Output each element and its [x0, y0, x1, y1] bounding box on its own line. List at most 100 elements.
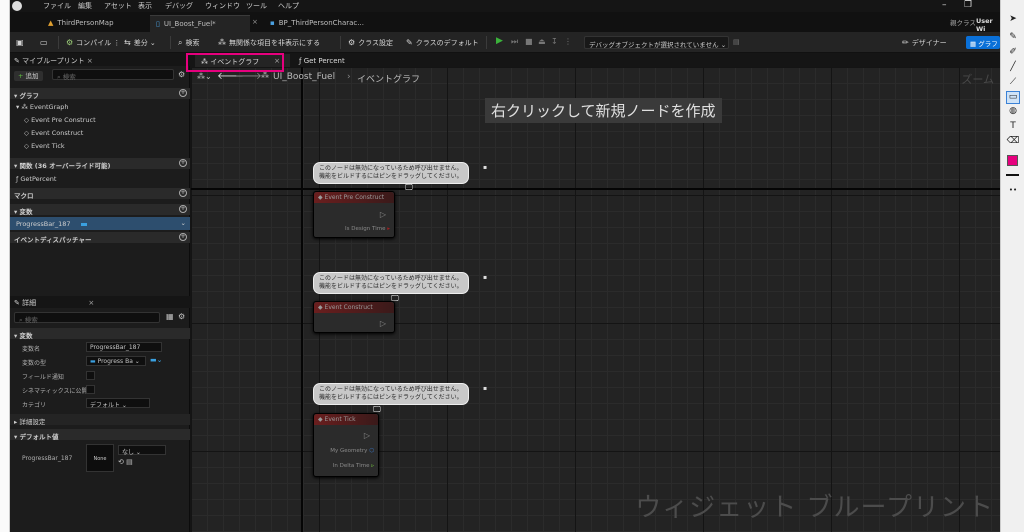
my-blueprint-search-input[interactable]: ⌕ 検索 — [52, 69, 174, 81]
menu-help[interactable]: ヘルプ — [278, 1, 299, 11]
designer-button[interactable]: ✏ デザイナー — [902, 38, 947, 48]
minimize-icon[interactable]: – — [942, 0, 947, 10]
pen-icon[interactable]: ✎ — [1006, 32, 1020, 45]
graph-mode-button[interactable]: ▦ グラフ — [966, 36, 1000, 49]
hide-unrelated-button[interactable]: ⁂ 無関係な項目を非表示にする — [218, 38, 320, 48]
color-swatch[interactable] — [1007, 155, 1018, 166]
browse-icon[interactable]: ▭ — [40, 38, 51, 47]
breadcrumb-asset[interactable]: UI_Boost_Fuel — [273, 72, 335, 82]
search-button[interactable]: ⌕ 検索 — [178, 38, 199, 48]
menu-file[interactable]: ファイル — [43, 1, 71, 11]
debug-filter-icon[interactable]: ▤ — [733, 38, 740, 46]
eye-icon[interactable]: ⌄ — [181, 219, 186, 227]
close-icon[interactable]: × — [87, 57, 93, 65]
container-type-icon[interactable]: ▬⌄ — [150, 356, 162, 364]
section-variables[interactable]: ▾ 変数 + — [10, 204, 190, 216]
step-over-icon[interactable]: ⋮ — [564, 37, 572, 46]
list-item-getpercent[interactable]: ƒ GetPercent — [10, 172, 190, 185]
list-item-progressbar-187[interactable]: ProgressBar_187 ⌄ — [10, 217, 190, 230]
event-graph-canvas[interactable]: ⁂⌄ 🡐 🡒 ⁂ UI_Boost_Fuel › イベントグラフ ズーム 右クリ… — [191, 67, 1000, 532]
add-dispatcher-icon[interactable]: + — [179, 233, 187, 241]
tab-ui-boost-fuel[interactable]: ▯ UI_Boost_Fuel* — [150, 15, 250, 32]
list-item-event-tick[interactable]: ◇ Event Tick — [10, 139, 190, 152]
menu-debug[interactable]: デバッグ — [165, 1, 193, 11]
debug-object-select[interactable]: デバッグオブジェクトが選択されていません ⌄ — [584, 36, 729, 49]
class-settings-button[interactable]: ⚙ クラス設定 — [348, 38, 393, 48]
add-variable-icon[interactable]: + — [179, 205, 187, 213]
grid-view-icon[interactable]: ▦ — [166, 312, 174, 321]
menu-window[interactable]: ウィンドウ — [205, 1, 240, 11]
in-delta-time-pin[interactable]: In Delta Time ▹ — [333, 463, 374, 469]
add-macro-icon[interactable]: + — [179, 189, 187, 197]
disabled-node-comment: このノードは無効になっているため呼び出せません。 機能をビルドするにはピンをドラ… — [313, 162, 469, 184]
browse-asset-icon[interactable]: ⟲ ▤ — [118, 458, 133, 466]
line-icon[interactable]: ╱ — [1006, 62, 1020, 75]
tab-bp-thirdpersoncharacter[interactable]: ▪ BP_ThirdPersonCharac... — [264, 15, 370, 32]
section-default-value[interactable]: ▾ デフォルト値 — [10, 429, 190, 441]
category-select[interactable]: デフォルト ⌄ — [86, 398, 150, 409]
pin-icon: ▪ — [483, 164, 488, 171]
variable-name-input[interactable]: ProgressBar_187 — [86, 342, 162, 352]
section-macros[interactable]: マクロ + — [10, 188, 190, 200]
settings-gear-icon[interactable]: ⚙ — [178, 312, 185, 321]
list-item-event-pre-construct[interactable]: ◇ Event Pre Construct — [10, 113, 190, 126]
tab-thirdpersonmap[interactable]: ▲ ThirdPersonMap — [42, 15, 120, 32]
add-button[interactable]: + 追加 — [14, 70, 43, 81]
close-tab-icon[interactable]: × — [252, 18, 258, 26]
list-item-event-construct[interactable]: ◇ Event Construct — [10, 126, 190, 139]
add-function-icon[interactable]: + — [179, 159, 187, 167]
section-advanced[interactable]: ▸ 詳細設定 — [10, 414, 190, 426]
more-icon[interactable]: •• — [1006, 186, 1020, 199]
eraser-icon[interactable]: ⌫ — [1006, 136, 1020, 149]
stop-icon[interactable]: ■ — [525, 37, 533, 46]
asset-thumbnail[interactable]: None — [86, 444, 114, 472]
step-into-icon[interactable]: ↧ — [551, 37, 558, 46]
close-icon[interactable]: × — [88, 299, 94, 307]
add-graph-icon[interactable]: + — [179, 89, 187, 97]
marker-icon[interactable]: ✐ — [1006, 47, 1020, 60]
tab-get-percent[interactable]: ƒ Get Percent — [293, 54, 351, 68]
my-geometry-pin[interactable]: My Geometry ⬡ — [330, 448, 374, 454]
expose-cinematics-checkbox[interactable] — [86, 385, 95, 394]
menu-asset[interactable]: アセット — [104, 1, 132, 11]
section-functions[interactable]: ▾ 関数 (36 オーバーライド可能) + — [10, 158, 190, 170]
details-header: ✎ 詳細 × — [10, 296, 190, 308]
section-dispatchers[interactable]: イベントディスパッチャー + — [10, 232, 190, 244]
restore-icon[interactable]: ❐ — [964, 0, 972, 10]
cursor-icon[interactable]: ➤ — [1006, 14, 1020, 27]
play-icon[interactable]: ▶ — [496, 36, 503, 46]
graph-nav-icon[interactable]: ⁂⌄ — [197, 72, 212, 81]
default-value-select[interactable]: なし ⌄ — [118, 445, 166, 456]
class-defaults-button[interactable]: ✎ クラスのデフォルト — [406, 38, 479, 48]
exec-pin-icon[interactable]: ▷ — [380, 210, 386, 219]
exec-pin-icon[interactable]: ▷ — [380, 319, 386, 328]
text-icon[interactable]: T — [1006, 121, 1020, 134]
brush-icon[interactable]: ⟋ — [1006, 77, 1020, 90]
field-notify-checkbox[interactable] — [86, 371, 95, 380]
menu-tools[interactable]: ツール — [246, 1, 267, 11]
stroke-width-icon[interactable] — [1006, 174, 1019, 176]
node-event-tick[interactable]: ◆ Event Tick ▷ My Geometry ⬡ In Delta Ti… — [313, 413, 379, 477]
save-icon[interactable]: ▣ — [16, 38, 27, 47]
compile-button[interactable]: ⚙ コンパイル ⋮ — [66, 38, 120, 48]
section-variable-details[interactable]: ▾ 変数 — [10, 328, 190, 340]
list-item-eventgraph[interactable]: ▾ ⁂ EventGraph — [10, 100, 190, 113]
settings-gear-icon[interactable]: ⚙ — [178, 70, 185, 79]
diff-button[interactable]: ⇆ 差分 ⌄ — [124, 38, 156, 48]
menu-view[interactable]: 表示 — [138, 1, 152, 11]
breadcrumb-graph[interactable]: イベントグラフ — [357, 72, 420, 85]
is-design-time-pin[interactable]: Is Design Time ▸ — [345, 226, 390, 232]
section-graph[interactable]: ▾ グラフ + — [10, 88, 190, 100]
menu-edit[interactable]: 編集 — [78, 1, 92, 11]
step-icon[interactable]: ⏭ — [511, 37, 518, 47]
variable-type-select[interactable]: ▬ Progress Ba ⌄ — [86, 356, 146, 366]
node-event-construct[interactable]: ◆ Event Construct ▷ — [313, 301, 395, 333]
details-search-input[interactable]: ⌕ 検索 — [14, 312, 160, 324]
exec-pin-icon[interactable]: ▷ — [364, 431, 370, 440]
node-event-pre-construct[interactable]: ◆ Event Pre Construct ▷ Is Design Time ▸ — [313, 191, 395, 238]
graph-navigation-bar: ⁂⌄ 🡐 🡒 ⁂ UI_Boost_Fuel › イベントグラフ ズーム — [191, 67, 1000, 87]
fill-icon[interactable]: ◍ — [1006, 106, 1020, 119]
parent-class-value[interactable]: User Wi — [976, 17, 1000, 33]
eject-icon[interactable]: ⏏ — [538, 37, 546, 46]
rectangle-icon[interactable]: ▭ — [1006, 91, 1020, 104]
